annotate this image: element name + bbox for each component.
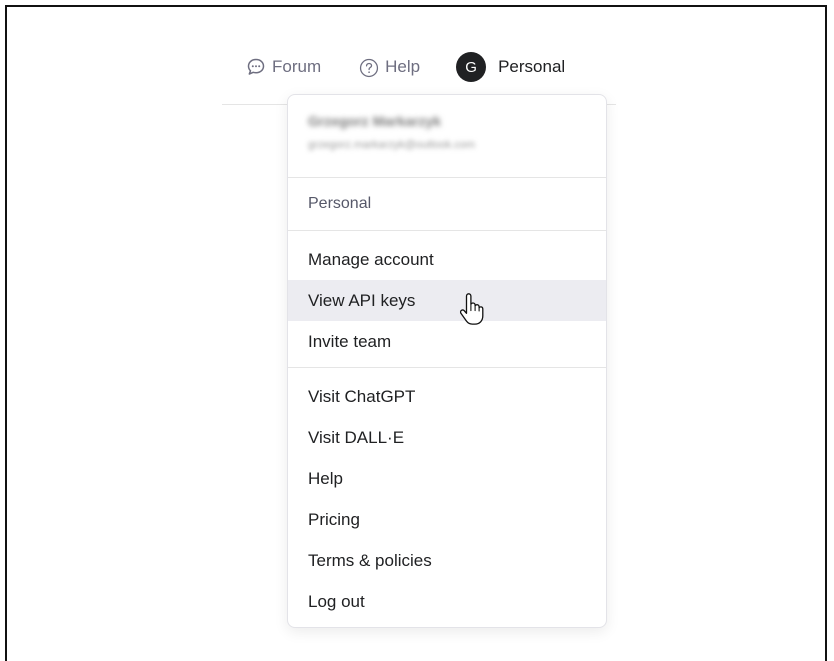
visit-dalle-item[interactable]: Visit DALL·E: [288, 417, 606, 458]
account-menu-button[interactable]: G Personal: [456, 52, 565, 82]
question-circle-icon: [359, 57, 379, 78]
help-link[interactable]: Help: [359, 57, 421, 78]
menu-item-label: Visit DALL·E: [308, 427, 405, 447]
forum-link[interactable]: Forum: [246, 57, 321, 77]
speech-bubble-icon: [246, 57, 266, 77]
top-navigation: Forum Help G Personal: [246, 52, 565, 82]
account-actions: Manage account View API keys Invite team: [288, 231, 606, 368]
view-api-keys-item[interactable]: View API keys: [288, 280, 606, 325]
terms-policies-item[interactable]: Terms & policies: [288, 540, 606, 581]
menu-item-label: Visit ChatGPT: [308, 386, 416, 406]
user-email: grzegorz.markarzyk@outlook.com: [308, 139, 476, 151]
menu-item-label: Pricing: [308, 509, 360, 529]
help-item[interactable]: Help: [288, 458, 606, 499]
user-info: Grzegorz Markarzyk grzegorz.markarzyk@ou…: [288, 95, 606, 178]
menu-item-label: Manage account: [308, 249, 434, 269]
account-dropdown-menu: Grzegorz Markarzyk grzegorz.markarzyk@ou…: [287, 94, 607, 628]
organization-name: Personal: [308, 195, 372, 212]
visit-chatgpt-item[interactable]: Visit ChatGPT: [288, 376, 606, 417]
menu-item-label: Terms & policies: [308, 550, 432, 570]
help-label: Help: [385, 57, 421, 76]
user-name: Grzegorz Markarzyk: [308, 113, 442, 129]
forum-label: Forum: [272, 57, 322, 76]
avatar: G: [456, 52, 487, 82]
invite-team-item[interactable]: Invite team: [288, 321, 606, 362]
menu-item-label: Log out: [308, 591, 365, 611]
organization-label: Personal: [498, 57, 566, 76]
menu-item-label: Help: [308, 468, 343, 488]
link-actions: Visit ChatGPT Visit DALL·E Help Pricing …: [288, 368, 606, 622]
organization-item[interactable]: Personal: [288, 178, 606, 231]
log-out-item[interactable]: Log out: [288, 581, 606, 622]
pricing-item[interactable]: Pricing: [288, 499, 606, 540]
manage-account-item[interactable]: Manage account: [288, 239, 606, 280]
menu-item-label: Invite team: [308, 331, 392, 351]
menu-item-label: View API keys: [308, 290, 416, 310]
